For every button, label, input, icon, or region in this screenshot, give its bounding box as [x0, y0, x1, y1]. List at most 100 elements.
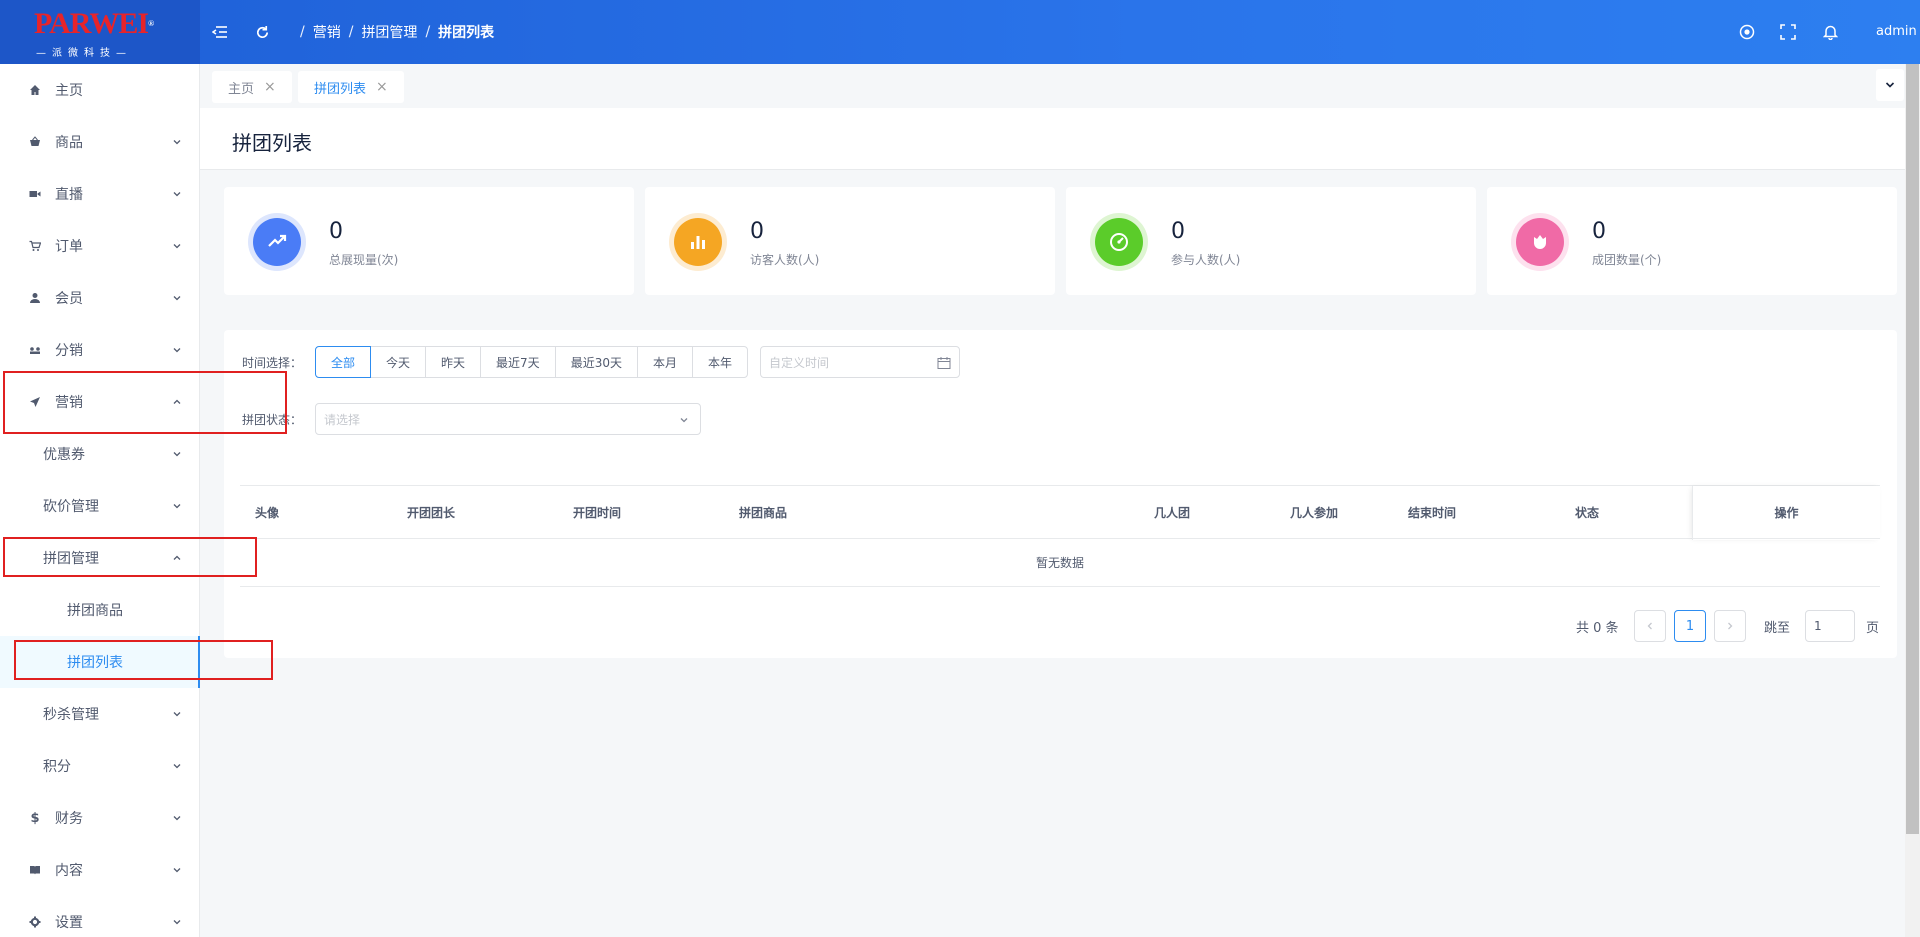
sidebar-item-label: 设置: [55, 915, 83, 931]
target-icon[interactable]: [1737, 22, 1757, 42]
time-option-7days[interactable]: 最近7天: [480, 346, 556, 378]
page-button-1[interactable]: 1: [1674, 610, 1706, 642]
stat-card-participants: 0 参与人数(人): [1066, 187, 1476, 295]
sidebar-item-goods[interactable]: 商品: [0, 116, 200, 168]
time-option-year[interactable]: 本年: [691, 346, 748, 378]
chevron-down-icon: [680, 418, 688, 423]
top-header: PARWEI® —派微科技— / 营销 / 拼团管理 / 拼团列表 admin: [0, 0, 1920, 64]
scrollbar-thumb[interactable]: [1906, 64, 1919, 834]
sidebar-item-label: 分销: [55, 343, 83, 359]
close-icon[interactable]: ×: [376, 79, 388, 95]
book-icon: [28, 863, 42, 877]
sidebar-item-label: 订单: [55, 239, 83, 255]
sidebar-item-orders[interactable]: 订单: [0, 220, 200, 272]
column-header: 几人参加: [1290, 506, 1339, 520]
column-header-actions: 操作: [1692, 486, 1880, 540]
user-icon: [28, 291, 42, 305]
column-header: 结束时间: [1408, 506, 1457, 520]
refresh-icon[interactable]: [252, 22, 272, 42]
next-page-button[interactable]: [1714, 610, 1746, 642]
sidebar-item-distribution[interactable]: 分销: [0, 324, 200, 376]
stat-value: 0: [1171, 219, 1185, 244]
stat-icon-ring: [669, 213, 727, 271]
trend-up-icon: [253, 218, 301, 266]
basket-icon: [28, 135, 42, 149]
breadcrumb-separator: /: [348, 24, 354, 40]
highlight-box-group-manage: [3, 537, 257, 577]
sidebar-item-settings[interactable]: 设置: [0, 896, 200, 937]
stat-icon-ring: [1090, 213, 1148, 271]
bar-chart-icon: [674, 218, 722, 266]
chevron-down-icon: [173, 244, 181, 249]
sidebar-item-coupons[interactable]: 优惠券: [0, 428, 200, 480]
chevron-down-icon: [173, 296, 181, 301]
gear-icon: [28, 915, 42, 929]
sidebar-item-flash-sale[interactable]: 秒杀管理: [0, 688, 200, 740]
stat-label: 参与人数(人): [1171, 253, 1241, 267]
time-option-all[interactable]: 全部: [315, 346, 372, 378]
tabs-more-button[interactable]: [1876, 69, 1904, 101]
sidebar-item-home[interactable]: 主页: [0, 64, 200, 116]
custom-date-input[interactable]: 自定义时间: [760, 346, 960, 378]
chevron-down-icon: [173, 348, 181, 353]
stat-card-visitors: 0 访客人数(人): [645, 187, 1055, 295]
time-option-month[interactable]: 本月: [636, 346, 693, 378]
chevron-down-icon: [173, 764, 181, 769]
calendar-icon: [937, 357, 951, 369]
prev-page-button[interactable]: [1634, 610, 1666, 642]
sidebar-item-live[interactable]: 直播: [0, 168, 200, 220]
sidebar-item-content[interactable]: 内容: [0, 844, 200, 896]
tab-group-list[interactable]: 拼团列表 ×: [298, 71, 404, 103]
sidebar-item-label: 内容: [55, 863, 83, 879]
sidebar-item-group-goods[interactable]: 拼团商品: [0, 584, 200, 636]
sidebar-item-points[interactable]: 积分: [0, 740, 200, 792]
time-radio-group: 全部 今天 昨天 最近7天 最近30天 本月 本年: [315, 346, 748, 378]
jump-page-input[interactable]: 1: [1805, 610, 1855, 642]
network-icon: [28, 343, 42, 357]
sidebar-item-label: 财务: [55, 811, 83, 827]
breadcrumb-item-group-manage[interactable]: 拼团管理: [361, 22, 417, 42]
sidebar-item-bargain[interactable]: 砍价管理: [0, 480, 200, 532]
column-header: 状态: [1575, 506, 1600, 520]
stat-label: 成团数量(个): [1592, 253, 1662, 267]
chevron-down-icon: [173, 920, 181, 925]
menu-fold-icon[interactable]: [210, 22, 230, 42]
status-select[interactable]: 请选择: [315, 403, 701, 435]
sidebar-item-label: 商品: [55, 135, 83, 151]
breadcrumb-item-marketing[interactable]: 营销: [313, 22, 341, 42]
time-option-today[interactable]: 今天: [370, 346, 427, 378]
sidebar-item-finance[interactable]: $ 财务: [0, 792, 200, 844]
stat-value: 0: [329, 219, 343, 244]
logo-subtitle: —派微科技—: [36, 48, 132, 59]
home-icon: [28, 83, 42, 97]
logo-text: PARWEI®: [34, 7, 154, 40]
page-suffix: 页: [1866, 620, 1880, 636]
tab-home[interactable]: 主页 ×: [212, 71, 292, 103]
time-option-yesterday[interactable]: 昨天: [425, 346, 482, 378]
chevron-down-icon: [173, 816, 181, 821]
table-empty-text: 暂无数据: [240, 539, 1880, 587]
stat-icon-ring: [248, 213, 306, 271]
close-icon[interactable]: ×: [264, 79, 276, 95]
stat-value: 0: [1592, 219, 1606, 244]
highlight-box-marketing: [3, 371, 287, 434]
pagination-total: 共 0 条: [1576, 620, 1619, 636]
chevron-down-icon: [173, 192, 181, 197]
time-option-30days[interactable]: 最近30天: [554, 346, 638, 378]
sidebar-item-members[interactable]: 会员: [0, 272, 200, 324]
breadcrumb: / 营销 / 拼团管理 / 拼团列表: [300, 22, 494, 42]
dollar-icon: $: [30, 810, 40, 826]
page-header: 拼团列表: [200, 108, 1905, 170]
user-name[interactable]: admin: [1876, 24, 1917, 39]
tab-label: 拼团列表: [314, 81, 367, 97]
chevron-down-icon: [173, 504, 181, 509]
list-panel: 时间选择： 全部 今天 昨天 最近7天 最近30天 本月 本年 自定义时间 拼团…: [224, 330, 1897, 658]
video-icon: [28, 187, 42, 201]
select-placeholder: 请选择: [324, 412, 361, 427]
sidebar-item-label: 秒杀管理: [43, 707, 99, 723]
stat-card-impressions: 0 总展现量(次): [224, 187, 634, 295]
jump-label: 跳至: [1764, 620, 1791, 636]
bell-icon[interactable]: [1820, 22, 1840, 42]
column-header: 头像: [255, 506, 280, 520]
fullscreen-icon[interactable]: [1778, 22, 1798, 42]
